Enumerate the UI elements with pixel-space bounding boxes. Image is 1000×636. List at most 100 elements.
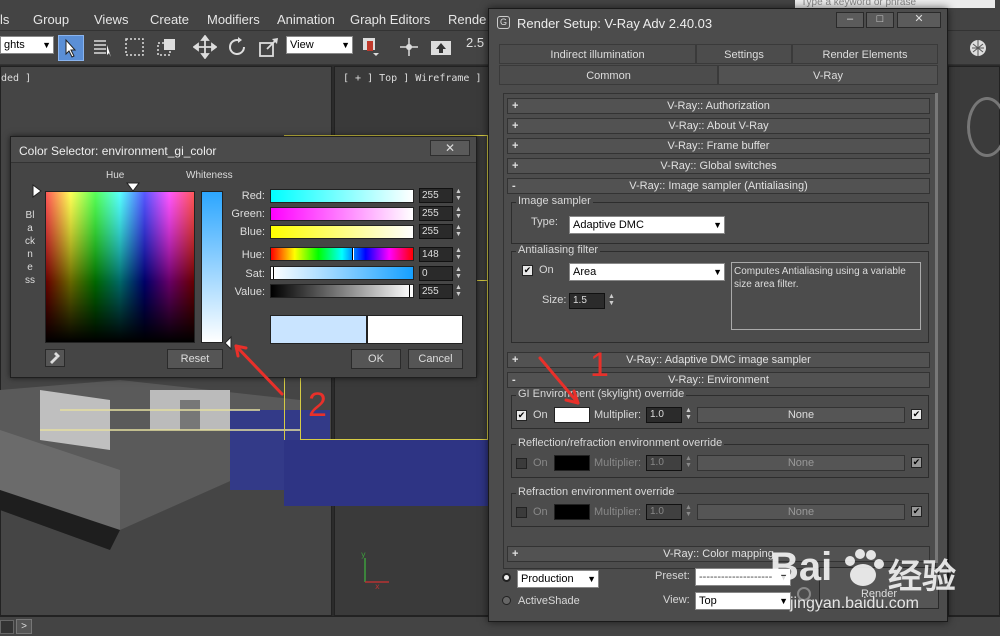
- viewport-top-label[interactable]: [ + ] Top ] Wireframe ]: [343, 73, 481, 84]
- value-slider[interactable]: [270, 284, 414, 298]
- menu-item-rendering[interactable]: Rende: [448, 12, 486, 27]
- menu-item-animation[interactable]: Animation: [277, 12, 335, 27]
- rollout-image-sampler[interactable]: - V-Ray:: Image sampler (Antialiasing): [507, 178, 930, 194]
- blue-slider[interactable]: [270, 225, 414, 239]
- refl-multiplier-input[interactable]: 1.0: [646, 455, 682, 471]
- rollout-frame-buffer[interactable]: + V-Ray:: Frame buffer: [507, 138, 930, 154]
- viewport-right[interactable]: [948, 66, 1000, 616]
- rollout-global-switches[interactable]: + V-Ray:: Global switches: [507, 158, 930, 174]
- gi-multiplier-spinner-icon[interactable]: ▲ ▼: [684, 407, 693, 423]
- sat-slider[interactable]: [270, 266, 414, 280]
- aa-filter-dropdown[interactable]: Area ▼: [569, 263, 725, 281]
- refr-on-checkbox[interactable]: [516, 507, 527, 518]
- old-color-swatch[interactable]: [270, 315, 367, 344]
- color-selector-titlebar[interactable]: Color Selector: environment_gi_color ✕: [11, 137, 476, 163]
- pivot-center-icon[interactable]: [358, 35, 384, 61]
- cancel-button[interactable]: Cancel: [408, 349, 463, 369]
- refl-on-checkbox[interactable]: [516, 458, 527, 469]
- tab-common[interactable]: Common: [499, 65, 718, 85]
- hue-slider[interactable]: [270, 247, 414, 261]
- green-value[interactable]: 255: [419, 206, 453, 221]
- rollout-authorization[interactable]: + V-Ray:: Authorization: [507, 98, 930, 114]
- render-teapot-icon[interactable]: [965, 35, 991, 61]
- menu-item-create[interactable]: Create: [150, 12, 189, 27]
- refr-map-button[interactable]: None: [697, 504, 905, 520]
- eyedropper-button[interactable]: [45, 349, 65, 367]
- activeshade-radio[interactable]: [502, 596, 511, 605]
- refl-multiplier-spinner-icon[interactable]: ▲ ▼: [684, 455, 693, 471]
- keyboard-shortcut-icon[interactable]: [428, 35, 454, 61]
- red-slider[interactable]: [270, 189, 414, 203]
- gi-on-checkbox[interactable]: ✔: [516, 410, 527, 421]
- ok-button[interactable]: OK: [351, 349, 401, 369]
- minimize-icon[interactable]: –: [836, 12, 864, 28]
- menu-item-modifiers[interactable]: Modifiers: [207, 12, 260, 27]
- search-input[interactable]: Type a keyword or phrase: [795, 0, 995, 8]
- refr-multiplier-input[interactable]: 1.0: [646, 504, 682, 520]
- snap-toggle-label[interactable]: 2.5: [466, 35, 484, 50]
- play-button[interactable]: >: [16, 619, 32, 634]
- blackness-pointer-icon[interactable]: [31, 183, 43, 199]
- sat-spinner-icon[interactable]: ▲ ▼: [454, 266, 463, 281]
- viewcube-icon[interactable]: [967, 97, 1000, 157]
- menu-item-group[interactable]: Group: [33, 12, 69, 27]
- menu-item-graph-editors[interactable]: Graph Editors: [350, 12, 430, 27]
- size-input[interactable]: 1.5: [569, 293, 605, 309]
- value-value[interactable]: 255: [419, 284, 453, 299]
- production-dropdown[interactable]: Production ▼: [517, 570, 599, 588]
- rect-selection-icon[interactable]: [122, 35, 148, 61]
- refr-multiplier-spinner-icon[interactable]: ▲ ▼: [684, 504, 693, 520]
- rollout-environment[interactable]: - V-Ray:: Environment: [507, 372, 930, 388]
- reset-button[interactable]: Reset: [167, 349, 223, 369]
- red-value[interactable]: 255: [419, 188, 453, 203]
- green-spinner-icon[interactable]: ▲ ▼: [454, 206, 463, 221]
- close-icon[interactable]: ✕: [897, 12, 941, 28]
- panel-scrollbar[interactable]: [935, 93, 938, 563]
- tab-vray[interactable]: V-Ray: [718, 65, 938, 85]
- selection-filter-dropdown[interactable]: ghts ▼: [0, 36, 54, 54]
- refr-color-swatch[interactable]: [554, 504, 590, 520]
- refl-map-checkbox[interactable]: ✔: [911, 457, 922, 468]
- menu-item-tools[interactable]: ls: [0, 12, 9, 27]
- menu-item-views[interactable]: Views: [94, 12, 128, 27]
- move-icon[interactable]: [192, 34, 218, 61]
- tab-settings[interactable]: Settings: [696, 44, 792, 64]
- hue-blackness-field[interactable]: [45, 191, 195, 343]
- status-box[interactable]: [0, 620, 14, 634]
- rollout-about[interactable]: + V-Ray:: About V-Ray: [507, 118, 930, 134]
- red-spinner-icon[interactable]: ▲ ▼: [454, 188, 463, 203]
- hue-pointer-icon[interactable]: [125, 181, 141, 193]
- green-slider[interactable]: [270, 207, 414, 221]
- render-setup-titlebar[interactable]: G Render Setup: V-Ray Adv 2.40.03 – □ ✕: [489, 9, 947, 37]
- production-radio[interactable]: [502, 573, 511, 582]
- gi-map-button[interactable]: None: [697, 407, 905, 423]
- select-by-name-icon[interactable]: [90, 35, 116, 61]
- maximize-icon[interactable]: □: [866, 12, 894, 28]
- size-spinner-icon[interactable]: ▲ ▼: [607, 293, 616, 309]
- gi-color-swatch[interactable]: [554, 407, 590, 423]
- viewport-left-label[interactable]: ded ]: [1, 73, 31, 84]
- refr-map-checkbox[interactable]: ✔: [911, 506, 922, 517]
- sat-value[interactable]: 0: [419, 266, 453, 281]
- gi-map-checkbox[interactable]: ✔: [911, 409, 922, 420]
- window-crossing-icon[interactable]: [154, 35, 180, 61]
- blue-spinner-icon[interactable]: ▲ ▼: [454, 224, 463, 239]
- tab-indirect-illumination[interactable]: Indirect illumination: [499, 44, 696, 64]
- new-color-swatch[interactable]: [367, 315, 463, 344]
- value-spinner-icon[interactable]: ▲ ▼: [454, 284, 463, 299]
- sampler-type-dropdown[interactable]: Adaptive DMC ▼: [569, 216, 725, 234]
- close-button[interactable]: ✕: [430, 140, 470, 156]
- select-manipulate-icon[interactable]: [396, 35, 422, 61]
- tab-render-elements[interactable]: Render Elements: [792, 44, 938, 64]
- whiteness-pointer-icon[interactable]: [223, 335, 233, 351]
- refl-color-swatch[interactable]: [554, 455, 590, 471]
- hue-value[interactable]: 148: [419, 247, 453, 262]
- rollout-adaptive-dmc[interactable]: + V-Ray:: Adaptive DMC image sampler: [507, 352, 930, 368]
- rotate-icon[interactable]: [224, 35, 250, 61]
- blue-value[interactable]: 255: [419, 224, 453, 239]
- reference-coord-dropdown[interactable]: View ▼: [286, 36, 353, 54]
- aa-filter-on-checkbox[interactable]: ✔: [522, 265, 533, 276]
- select-object-icon[interactable]: [58, 35, 84, 61]
- refl-map-button[interactable]: None: [697, 455, 905, 471]
- scale-icon[interactable]: [256, 35, 282, 61]
